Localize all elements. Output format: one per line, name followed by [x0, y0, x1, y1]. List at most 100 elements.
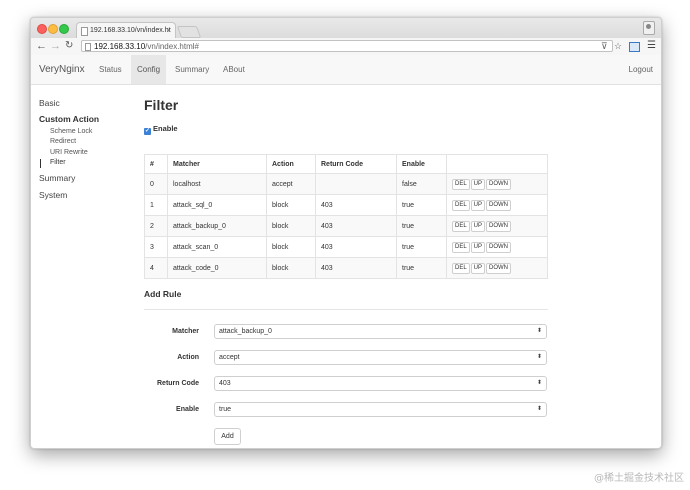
nav-status[interactable]: Status [93, 55, 128, 84]
reload-icon[interactable]: ↻ [65, 39, 73, 53]
cell-matcher: attack_backup_0 [167, 215, 267, 237]
nav-config[interactable]: Config [131, 55, 167, 84]
action-label: Action [177, 354, 199, 361]
close-window-button[interactable] [37, 24, 47, 34]
enable-select[interactable]: true ⬍ [214, 402, 547, 417]
delete-button[interactable]: DEL [452, 241, 470, 253]
delete-button[interactable]: DEL [452, 199, 470, 211]
sidebar-item-uri-rewrite[interactable]: URI Rewrite [50, 149, 88, 156]
move-down-button[interactable]: DOWN [486, 241, 512, 253]
return-code-select-value: 403 [219, 380, 231, 387]
table-row: 4 attack_code_0 block 403 true DEL UP DOWN [144, 257, 548, 279]
cell-matcher: attack_scan_0 [167, 236, 267, 258]
bookmark-star-icon[interactable]: ☆ [614, 40, 622, 52]
filter-icon[interactable]: ⊽ [601, 40, 608, 52]
enable-select-value: true [219, 406, 232, 413]
move-up-button[interactable]: UP [470, 199, 486, 211]
move-down-button[interactable]: DOWN [486, 220, 512, 232]
forward-arrow-icon[interactable]: → [50, 39, 61, 53]
back-arrow-icon[interactable]: ← [36, 39, 47, 53]
move-up-button[interactable]: UP [470, 220, 486, 232]
return-code-select[interactable]: 403 ⬍ [214, 376, 547, 391]
cell-matcher: localhost [167, 173, 267, 195]
move-up-button[interactable]: UP [470, 178, 486, 190]
cell-enable: true [396, 215, 447, 237]
move-up-button[interactable]: UP [470, 241, 486, 253]
enable-label: Enable [153, 124, 178, 133]
move-down-button[interactable]: DOWN [486, 262, 512, 274]
table-row: 0 localhost accept false DEL UP DOWN [144, 173, 548, 195]
column-header-matcher: Matcher [167, 154, 267, 174]
nav-summary[interactable]: Summary [169, 55, 215, 84]
minimize-window-button[interactable] [48, 24, 58, 34]
add-rule-button[interactable]: Add [214, 428, 241, 445]
nav-about[interactable]: ABout [217, 55, 251, 84]
delete-button[interactable]: DEL [452, 220, 470, 232]
matcher-select-value: attack_backup_0 [219, 328, 272, 335]
move-up-button[interactable]: UP [470, 262, 486, 274]
cell-controls: DEL UP DOWN [446, 194, 548, 216]
cell-action: block [266, 236, 316, 258]
enable-field-label: Enable [176, 406, 199, 413]
cell-action: accept [266, 173, 316, 195]
zoom-window-button[interactable] [59, 24, 69, 34]
enable-checkbox[interactable]: ✓ [144, 128, 151, 135]
page-icon [81, 27, 88, 36]
cell-action: block [266, 215, 316, 237]
cast-icon[interactable] [629, 42, 640, 52]
browser-toolbar: ← → ↻ 192.168.33.10/vn/index.html# ⊽ ☆ ☰ [31, 38, 661, 56]
sidebar: Basic Custom Action Scheme Lock Redirect… [31, 84, 131, 448]
action-select[interactable]: accept ⬍ [214, 350, 547, 365]
tab-close-icon[interactable]: × [166, 23, 171, 38]
return-code-label: Return Code [157, 380, 199, 387]
cell-enable: true [396, 236, 447, 258]
select-caret-icon: ⬍ [536, 354, 542, 360]
menu-icon[interactable]: ☰ [647, 40, 656, 52]
matcher-label: Matcher [172, 328, 199, 335]
address-bar[interactable]: 192.168.33.10/vn/index.html# [81, 40, 613, 52]
browser-window: 192.168.33.10/vn/index.ht × ← → ↻ 192.16… [30, 17, 662, 449]
cell-matcher: attack_code_0 [167, 257, 267, 279]
enable-toggle[interactable]: ✓ Enable [144, 124, 178, 135]
sidebar-item-custom-action[interactable]: Custom Action [39, 114, 99, 124]
column-header-index: # [144, 154, 168, 174]
filter-rules-table: # Matcher Action Return Code Enable 0 lo… [144, 154, 548, 279]
cell-index: 2 [144, 215, 168, 237]
cell-return-code: 403 [315, 194, 397, 216]
browser-tab[interactable]: 192.168.33.10/vn/index.ht × [76, 22, 176, 38]
cell-return-code [315, 173, 397, 195]
move-down-button[interactable]: DOWN [486, 199, 512, 211]
profile-icon[interactable] [643, 21, 655, 35]
brand-logo[interactable]: VeryNginx [39, 55, 85, 84]
sidebar-item-system[interactable]: System [39, 190, 67, 200]
matcher-select[interactable]: attack_backup_0 ⬍ [214, 324, 547, 339]
move-down-button[interactable]: DOWN [486, 178, 512, 190]
cell-controls: DEL UP DOWN [446, 173, 548, 195]
sidebar-item-filter[interactable]: Filter [50, 159, 66, 166]
table-row: 3 attack_scan_0 block 403 true DEL UP DOWN [144, 236, 548, 258]
select-caret-icon: ⬍ [536, 380, 542, 386]
new-tab-button[interactable] [176, 26, 202, 38]
sidebar-item-summary[interactable]: Summary [39, 173, 75, 183]
page-title: Filter [144, 97, 179, 113]
select-caret-icon: ⬍ [536, 328, 542, 334]
delete-button[interactable]: DEL [452, 262, 470, 274]
cell-return-code: 403 [315, 215, 397, 237]
app-navbar: VeryNginx Status Config Summary ABout Lo… [31, 55, 661, 85]
cell-return-code: 403 [315, 236, 397, 258]
sidebar-item-redirect[interactable]: Redirect [50, 138, 76, 145]
delete-button[interactable]: DEL [452, 178, 470, 190]
sidebar-item-scheme-lock[interactable]: Scheme Lock [50, 128, 92, 135]
cell-index: 3 [144, 236, 168, 258]
page-icon [85, 43, 91, 51]
cell-enable: false [396, 173, 447, 195]
cell-action: block [266, 257, 316, 279]
column-header-return-code: Return Code [315, 154, 397, 174]
table-header-row: # Matcher Action Return Code Enable [144, 154, 548, 174]
logout-link[interactable]: Logout [629, 55, 653, 84]
sidebar-item-basic[interactable]: Basic [39, 98, 60, 108]
watermark: @稀土掘金技术社区 [594, 473, 684, 484]
tab-title: 192.168.33.10/vn/index.ht [90, 27, 171, 34]
table-row: 1 attack_sql_0 block 403 true DEL UP DOWN [144, 194, 548, 216]
url-host: 192.168.33.10 [94, 42, 146, 51]
